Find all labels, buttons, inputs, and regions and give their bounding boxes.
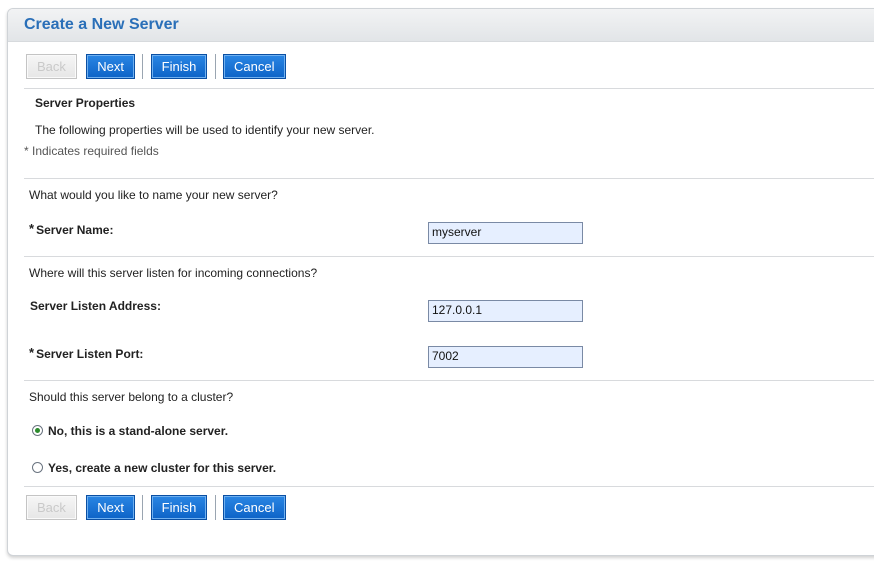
divider [24, 486, 874, 487]
listen-address-input[interactable]: 127.0.0.1 [428, 300, 583, 322]
page-title: Create a New Server [24, 16, 179, 33]
server-name-input[interactable]: myserver [428, 222, 583, 244]
button-separator [214, 495, 216, 520]
required-marker: * [29, 345, 35, 360]
back-button[interactable]: Back [26, 54, 77, 79]
server-name-label: * Server Name: [29, 221, 114, 237]
bottom-button-bar: Back Next Finish Cancel [26, 495, 286, 520]
divider [24, 380, 874, 381]
listen-address-label: Server Listen Address: [30, 299, 161, 313]
create-server-panel: Create a New Server Back Next Finish Can… [7, 8, 874, 556]
section-heading: Server Properties [35, 96, 136, 110]
section-description: The following properties will be used to… [35, 123, 375, 137]
standalone-radio[interactable] [32, 425, 43, 436]
next-button[interactable]: Next [86, 54, 135, 79]
new-cluster-radio[interactable] [32, 462, 43, 473]
button-separator [142, 495, 144, 520]
divider [24, 178, 874, 179]
finish-button[interactable]: Finish [150, 495, 208, 520]
back-button[interactable]: Back [26, 495, 77, 520]
divider [24, 88, 874, 89]
question-cluster: Should this server belong to a cluster? [29, 390, 234, 404]
listen-port-input[interactable]: 7002 [428, 346, 583, 368]
button-separator [214, 54, 216, 79]
button-separator [142, 54, 144, 79]
title-bar: Create a New Server [8, 9, 874, 42]
required-marker: * [29, 221, 35, 236]
cancel-button[interactable]: Cancel [223, 495, 286, 520]
top-button-bar: Back Next Finish Cancel [26, 54, 286, 79]
standalone-option-label[interactable]: No, this is a stand-alone server. [48, 424, 228, 438]
divider [24, 256, 874, 257]
required-fields-note: * Indicates required fields [24, 144, 159, 158]
finish-button[interactable]: Finish [150, 54, 208, 79]
new-cluster-option-label[interactable]: Yes, create a new cluster for this serve… [48, 461, 276, 475]
next-button[interactable]: Next [86, 495, 135, 520]
cancel-button[interactable]: Cancel [223, 54, 286, 79]
question-server-name: What would you like to name your new ser… [29, 188, 278, 202]
question-listen: Where will this server listen for incomi… [29, 266, 318, 280]
listen-port-label: * Server Listen Port: [29, 345, 144, 361]
